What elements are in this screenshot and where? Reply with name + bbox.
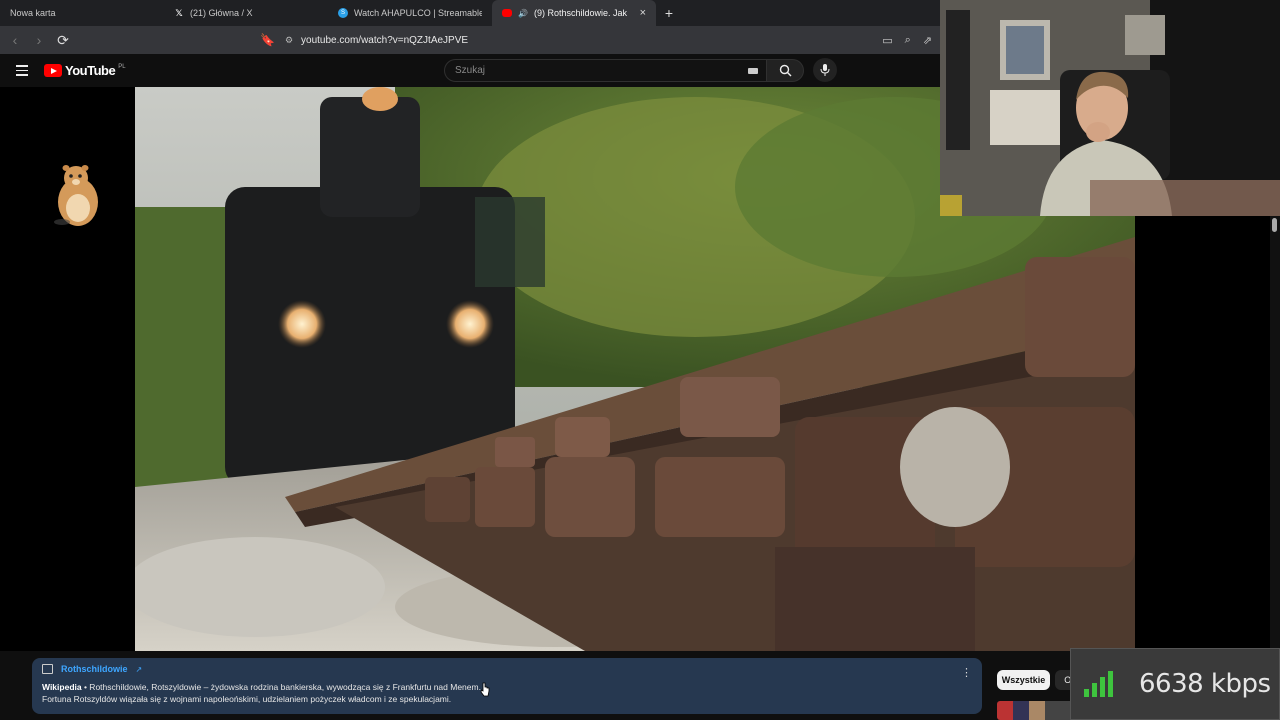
webcam-overlay	[940, 0, 1280, 216]
signal-bar	[1092, 683, 1097, 697]
bookmark-icon[interactable]: 🔖	[260, 33, 275, 47]
search-icon	[779, 64, 791, 77]
reload-icon[interactable]: ⟳	[56, 32, 70, 49]
bitrate-value: 6638 kbps	[1139, 669, 1271, 699]
signal-bar	[1084, 689, 1089, 697]
info-panel-title[interactable]: Rothschildowie	[61, 664, 128, 674]
address-bar[interactable]: ⚙ youtube.com/watch?v=nQZJtAeJPVE	[285, 35, 872, 46]
forward-icon[interactable]: ›	[32, 32, 46, 48]
youtube-play-icon	[44, 64, 62, 77]
speaker-icon: 🔊	[518, 8, 528, 18]
site-info-icon[interactable]: ⚙	[285, 35, 293, 46]
external-link-icon[interactable]: ↗	[136, 665, 143, 674]
zoom-icon[interactable]: ⌕	[905, 34, 911, 47]
information-panel: Rothschildowie ↗ Wikipedia • Rothschildo…	[32, 658, 982, 714]
keyboard-icon[interactable]	[748, 68, 758, 74]
search-placeholder: Szukaj	[455, 65, 486, 76]
info-line-1: • Rothschildowie, Rotszyldowie – żydowsk…	[81, 682, 481, 692]
tab-streamable[interactable]: S Watch AHAPULCO | Streamable	[328, 0, 492, 26]
tab-x[interactable]: 𝕏 (21) Główna / X	[164, 0, 328, 26]
mouse-cursor-icon	[480, 682, 490, 697]
signal-bar	[1108, 671, 1113, 697]
right-pane	[1135, 216, 1270, 651]
cast-icon[interactable]: ▭	[882, 34, 892, 47]
info-source: Wikipedia	[42, 682, 82, 692]
url-text: youtube.com/watch?v=nQZJtAeJPVE	[301, 34, 469, 46]
info-line-2: Fortuna Rotszyldów wiązała się z wojnami…	[42, 694, 452, 704]
hamster-sticker	[54, 165, 98, 226]
chip-all[interactable]: Wszystkie	[997, 670, 1050, 690]
x-icon: 𝕏	[175, 7, 183, 18]
voice-search-button[interactable]	[813, 58, 837, 82]
signal-strength-icon	[1084, 671, 1113, 697]
youtube-header: YouTube PL Szukaj	[0, 54, 940, 87]
back-icon[interactable]: ‹	[8, 32, 22, 48]
share-icon[interactable]: ⇗	[923, 34, 932, 47]
search-button[interactable]	[766, 59, 804, 82]
browser-tab-strip: Nowa karta 𝕏 (21) Główna / X S Watch AHA…	[0, 0, 940, 26]
tab-title: Watch AHAPULCO | Streamable	[354, 8, 482, 18]
logo-text: YouTube	[65, 63, 116, 78]
bitrate-widget: 6638 kbps	[1070, 648, 1280, 720]
tab-title: Nowa karta	[10, 8, 56, 18]
youtube-icon	[502, 9, 512, 17]
streamable-icon: S	[338, 8, 348, 18]
new-tab-button[interactable]: +	[656, 0, 682, 26]
scrollbar-thumb[interactable]	[1272, 218, 1277, 232]
toolbar-actions: ▭ ⌕ ⇗	[882, 34, 932, 47]
screen: Nowa karta 𝕏 (21) Główna / X S Watch AHA…	[0, 0, 1280, 720]
search-input[interactable]: Szukaj	[444, 59, 767, 82]
streamer-webcam-image	[940, 0, 1280, 216]
menu-icon[interactable]	[16, 65, 28, 76]
browser-toolbar: ‹ › ⟳ 🔖 ⚙ youtube.com/watch?v=nQZJtAeJPV…	[0, 26, 940, 54]
tab-new-tab[interactable]: Nowa karta	[0, 0, 164, 26]
more-options-icon[interactable]: ⋮	[961, 666, 972, 679]
region-code: PL	[118, 63, 126, 70]
tab-title: (21) Główna / X	[190, 8, 253, 18]
page-scrollbar[interactable]	[1270, 216, 1280, 651]
microphone-icon	[820, 64, 830, 76]
tab-youtube[interactable]: 🔊 (9) Rothschildowie. Jak Dyna ×	[492, 0, 656, 26]
youtube-logo[interactable]: YouTube PL	[44, 63, 126, 78]
close-tab-icon[interactable]: ×	[640, 7, 646, 19]
document-icon	[42, 664, 53, 674]
recommended-thumbnail[interactable]	[997, 701, 1077, 720]
signal-bar	[1100, 677, 1105, 697]
tab-title: (9) Rothschildowie. Jak Dyna	[533, 8, 630, 18]
info-panel-text: Wikipedia • Rothschildowie, Rotszyldowie…	[42, 681, 972, 705]
